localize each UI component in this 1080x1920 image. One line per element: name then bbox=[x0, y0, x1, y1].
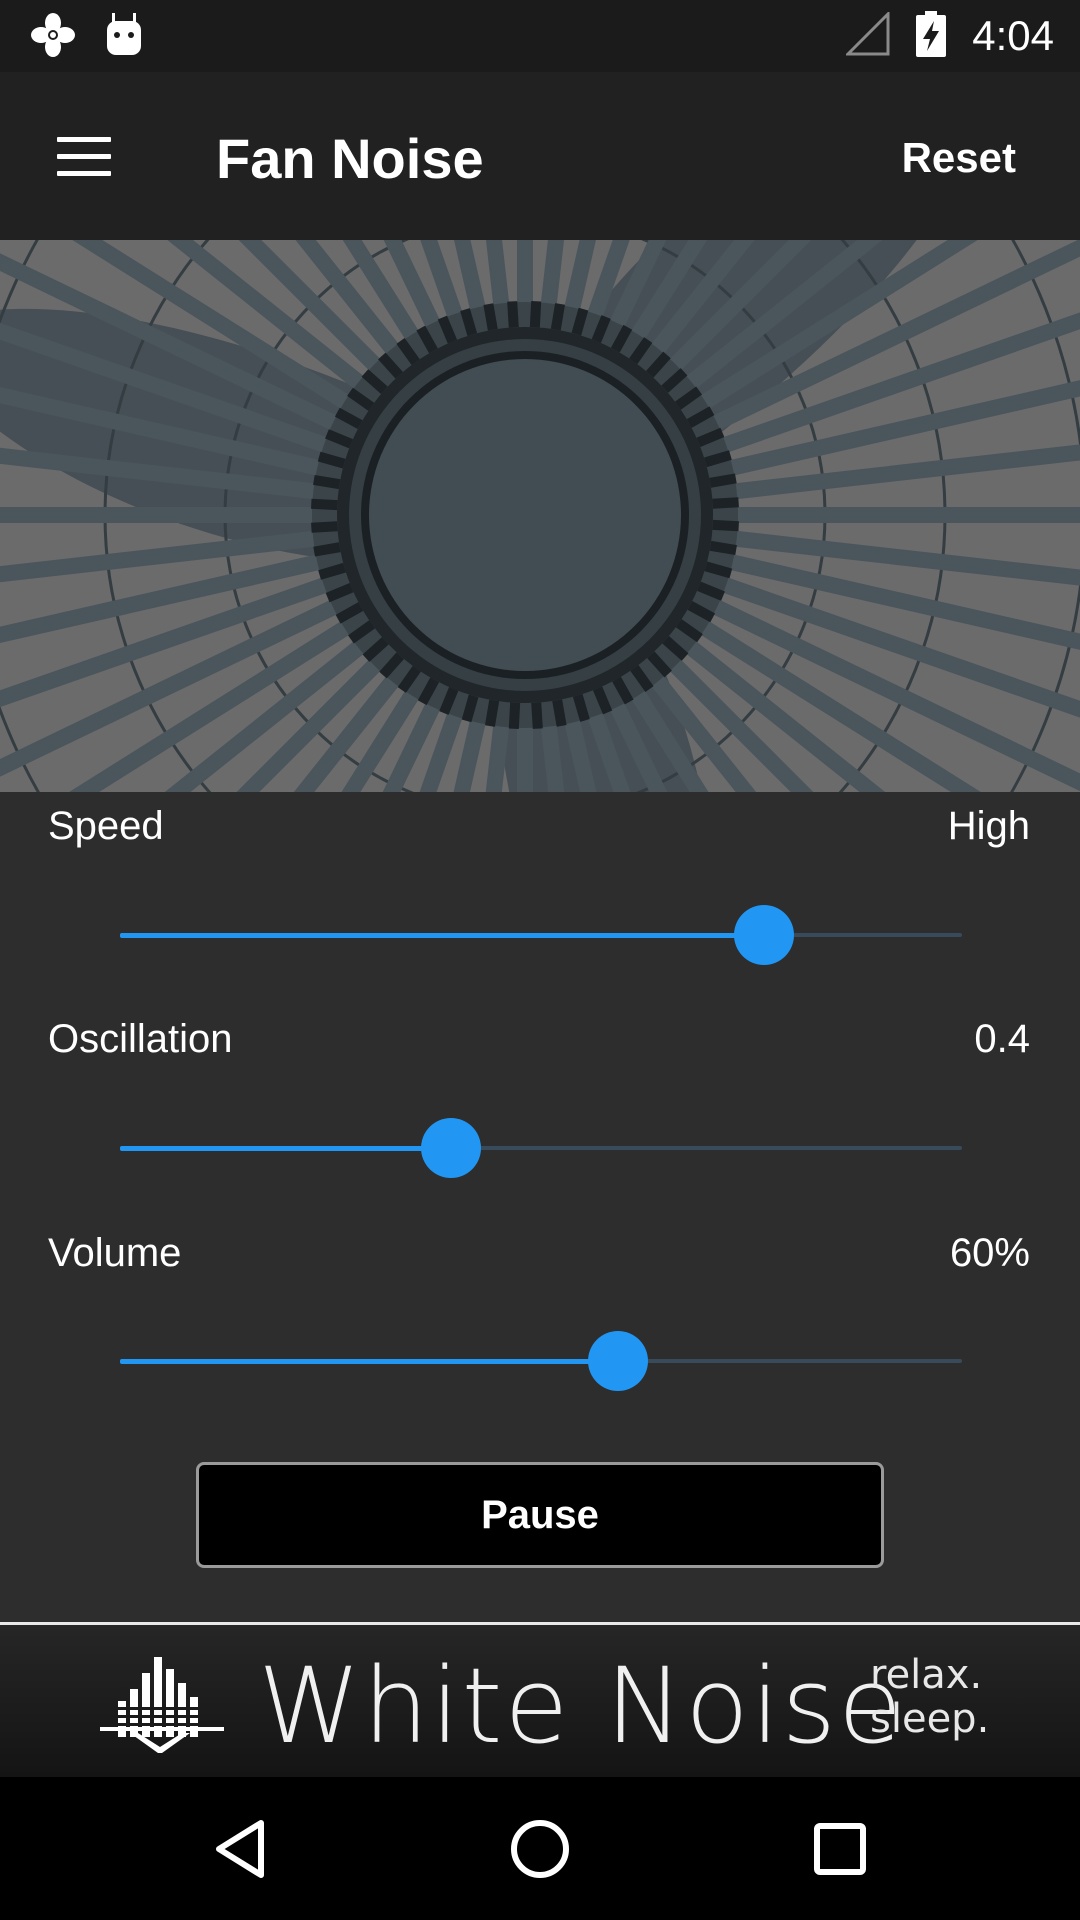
oscillation-slider[interactable] bbox=[120, 1116, 962, 1180]
battery-charging-icon bbox=[916, 10, 947, 62]
volume-slider[interactable] bbox=[120, 1329, 962, 1393]
android-notification-icon bbox=[104, 13, 144, 62]
banner-tagline-sleep: sleep. bbox=[870, 1696, 990, 1742]
home-circle-icon[interactable] bbox=[485, 1801, 595, 1897]
oscillation-label: Oscillation bbox=[48, 1017, 233, 1061]
banner-tagline-relax: relax. bbox=[870, 1652, 983, 1698]
speed-label: Speed bbox=[48, 804, 164, 848]
banner-title: White Noise bbox=[258, 1645, 904, 1767]
app-bar: Fan Noise Reset bbox=[0, 72, 1080, 240]
status-bar: 4:04 bbox=[0, 0, 1080, 72]
status-clock: 4:04 bbox=[972, 12, 1054, 59]
volume-slider-thumb[interactable] bbox=[588, 1331, 649, 1391]
ad-banner[interactable]: White Noise relax. sleep. bbox=[0, 1625, 1080, 1777]
volume-value: 60% bbox=[949, 1231, 1030, 1275]
speed-slider-fill bbox=[120, 933, 765, 938]
hamburger-menu-icon[interactable] bbox=[40, 112, 128, 200]
back-triangle-icon[interactable] bbox=[186, 1801, 296, 1897]
fan-image bbox=[0, 240, 1080, 792]
speed-value: High bbox=[947, 804, 1030, 848]
fan-notification-icon bbox=[30, 12, 76, 63]
recents-square-icon[interactable] bbox=[785, 1801, 895, 1897]
white-noise-logo-icon bbox=[100, 1653, 224, 1758]
pause-button[interactable]: Pause bbox=[196, 1462, 884, 1568]
no-signal-icon bbox=[844, 9, 890, 61]
navigation-bar bbox=[0, 1777, 1080, 1920]
oscillation-value: 0.4 bbox=[974, 1017, 1030, 1061]
banner-tagline: relax. sleep. bbox=[870, 1653, 989, 1741]
oscillation-slider-fill bbox=[120, 1146, 451, 1151]
speed-slider-thumb[interactable] bbox=[734, 905, 795, 965]
page-title: Fan Noise bbox=[216, 127, 484, 190]
volume-label: Volume bbox=[48, 1231, 182, 1275]
fan-illustration bbox=[0, 240, 1080, 792]
reset-button[interactable]: Reset bbox=[898, 124, 1020, 192]
oscillation-slider-thumb[interactable] bbox=[420, 1118, 481, 1178]
speed-slider[interactable] bbox=[120, 903, 962, 967]
volume-slider-fill bbox=[120, 1359, 619, 1364]
